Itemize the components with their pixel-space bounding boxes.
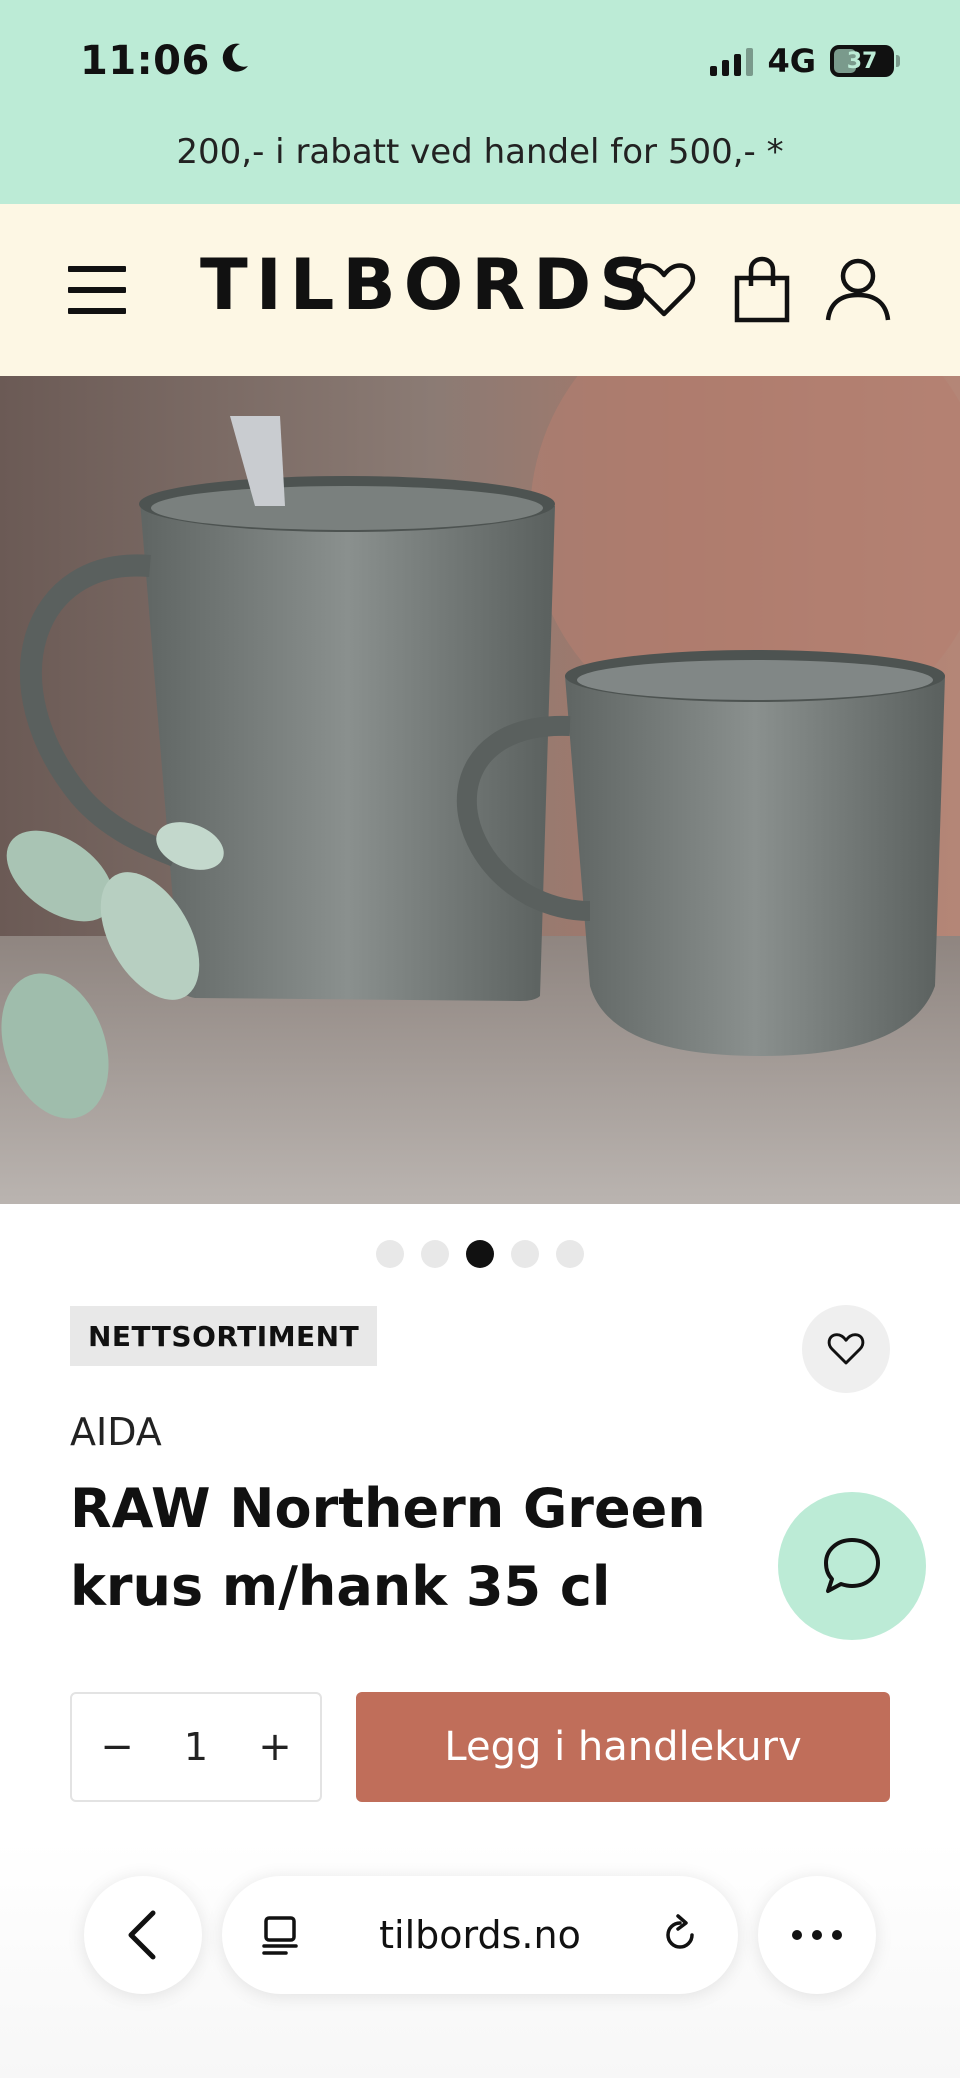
- site-header: TILBORDS: [0, 204, 960, 376]
- heart-icon: [827, 1333, 865, 1365]
- moon-icon: [220, 38, 250, 84]
- add-to-cart-button[interactable]: Legg i handlekurv: [356, 1692, 890, 1802]
- chat-bubble-icon: [824, 1538, 880, 1593]
- status-time-text: 11:06: [80, 38, 210, 84]
- status-time: 11:06: [80, 38, 250, 84]
- product-title: RAW Northern Green krus m/hank 35 cl: [70, 1477, 706, 1618]
- battery-icon: 37: [830, 45, 900, 77]
- network-type: 4G: [767, 42, 816, 80]
- more-options-button[interactable]: [758, 1876, 876, 1994]
- reload-icon: [666, 1914, 694, 1949]
- menu-button[interactable]: [68, 266, 126, 314]
- chat-button[interactable]: [778, 1492, 926, 1640]
- top-banner: 11:06 4G 37 200,- i rabatt ved handel fo…: [0, 0, 960, 204]
- product-image[interactable]: [0, 376, 960, 1204]
- carousel-dot[interactable]: [556, 1240, 584, 1268]
- tabs-icon: [262, 1916, 298, 1955]
- product-brand[interactable]: AIDA: [70, 1410, 162, 1454]
- cellular-signal-icon: [710, 46, 754, 76]
- quantity-stepper: − 1 +: [70, 1692, 322, 1802]
- carousel-dot[interactable]: [421, 1240, 449, 1268]
- carousel-dot[interactable]: [511, 1240, 539, 1268]
- carousel-dots: [0, 1240, 960, 1268]
- shopping-bag-icon[interactable]: [726, 254, 798, 326]
- chevron-left-icon: [128, 1910, 156, 1960]
- decrease-quantity-button[interactable]: −: [92, 1722, 142, 1772]
- carousel-dot-active[interactable]: [466, 1240, 494, 1268]
- heart-icon[interactable]: [628, 254, 700, 326]
- more-icon: [792, 1930, 842, 1940]
- address-bar[interactable]: tilbords.no: [222, 1876, 738, 1994]
- user-icon[interactable]: [822, 254, 894, 326]
- wishlist-button[interactable]: [802, 1305, 890, 1393]
- url-text[interactable]: tilbords.no: [379, 1913, 581, 1957]
- site-logo[interactable]: TILBORDS: [200, 244, 658, 326]
- availability-badge: NETTSORTIMENT: [70, 1306, 378, 1366]
- battery-level: 37: [846, 48, 878, 74]
- browser-back-button[interactable]: [84, 1876, 202, 1994]
- carousel-dot[interactable]: [376, 1240, 404, 1268]
- status-indicators: 4G 37: [710, 42, 900, 80]
- quantity-value[interactable]: 1: [184, 1725, 208, 1769]
- increase-quantity-button[interactable]: +: [250, 1722, 300, 1772]
- promo-text[interactable]: 200,- i rabatt ved handel for 500,- *: [0, 132, 960, 172]
